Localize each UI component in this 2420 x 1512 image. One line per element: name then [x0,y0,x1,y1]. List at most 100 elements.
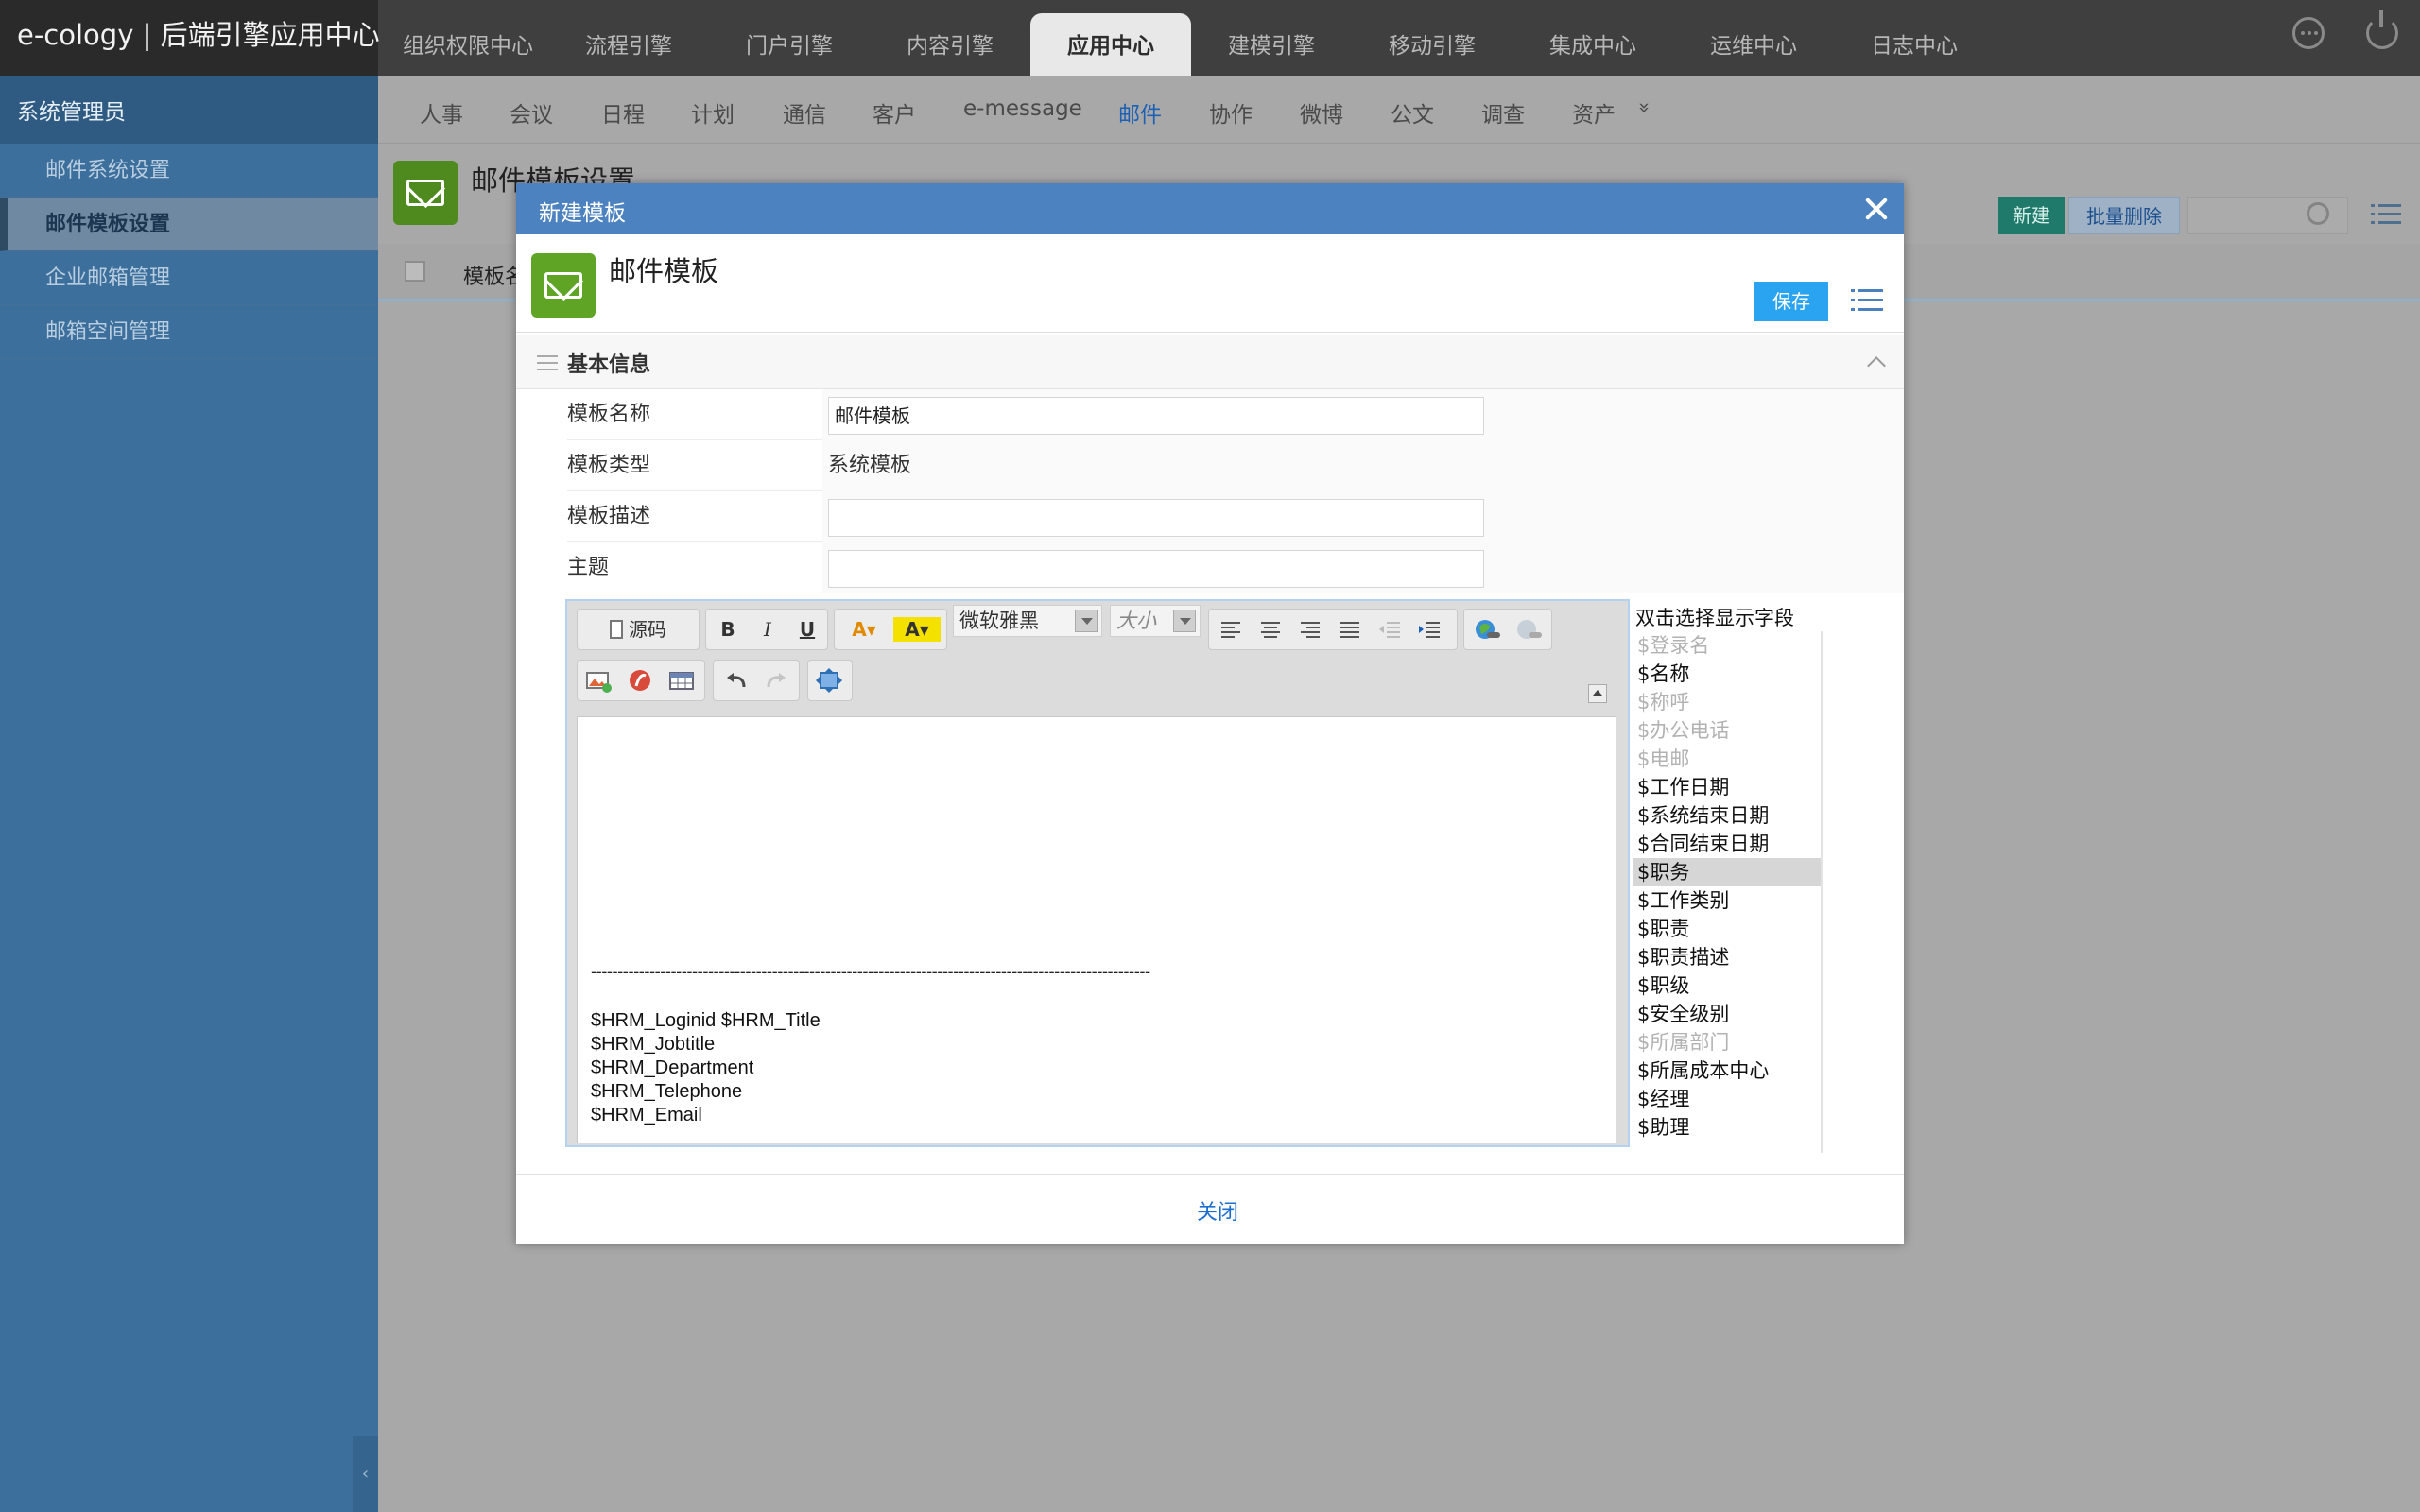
subnav-mail[interactable]: 邮件 [1118,96,1162,129]
tab-app-center[interactable]: 应用中心 [1030,13,1191,76]
subnav-customer[interactable]: 客户 [873,96,916,129]
outdent-icon[interactable] [1375,613,1404,645]
field-item[interactable]: $登录名 [1634,631,1821,660]
redo-icon[interactable] [759,664,793,696]
editor-content-area[interactable]: ----------------------------------------… [577,716,1616,1143]
close-button[interactable]: 关闭 [1197,1195,1238,1226]
subject-label: 主题 [567,556,610,579]
field-item[interactable]: $称呼 [1634,688,1821,716]
align-right-icon[interactable] [1296,613,1324,645]
template-name-cell: 邮件模板 [822,389,1904,440]
field-item[interactable]: $助理 [1634,1113,1821,1142]
power-icon[interactable] [2366,10,2398,49]
more-options-icon[interactable] [2292,17,2325,49]
field-item[interactable]: $办公电话 [1634,716,1821,745]
subnav-meeting[interactable]: 会议 [510,96,553,129]
indent-icon[interactable] [1415,613,1443,645]
subnav-emessage[interactable]: e-message [963,96,1082,121]
select-all-checkbox[interactable] [405,261,425,282]
template-name-input[interactable]: 邮件模板 [828,397,1484,435]
field-item[interactable]: $职责描述 [1634,943,1821,971]
tab-workflow-engine[interactable]: 流程引擎 [548,13,709,76]
sidebar-item-mail-template-settings[interactable]: 邮件模板设置 [0,198,378,251]
field-item[interactable]: $经理 [1634,1085,1821,1113]
subnav-document[interactable]: 公文 [1391,96,1434,129]
field-item[interactable]: $职责 [1634,915,1821,943]
field-item[interactable]: $合同结束日期 [1634,830,1821,858]
new-button[interactable]: 新建 [1998,197,2065,234]
underline-button[interactable]: U [791,613,823,645]
batch-delete-button[interactable]: 批量删除 [2068,197,2180,234]
toolbar-group-insert [577,660,705,701]
italic-button[interactable]: I [752,613,784,645]
subject-input[interactable] [828,550,1484,588]
search-icon[interactable] [2307,202,2329,225]
chevron-up-icon[interactable] [1867,356,1886,375]
tab-content-engine[interactable]: 内容引擎 [870,13,1030,76]
field-item[interactable]: $所属成本中心 [1634,1057,1821,1085]
tab-org-permission[interactable]: 组织权限中心 [388,13,548,76]
tab-integration-center[interactable]: 集成中心 [1512,13,1673,76]
save-button[interactable]: 保存 [1754,282,1828,321]
subnav-asset[interactable]: 资产 [1572,96,1616,129]
field-item[interactable]: $所属部门 [1634,1028,1821,1057]
field-item[interactable]: $职级 [1634,971,1821,1000]
font-size-select[interactable]: 大小 [1110,605,1201,637]
subnav-survey[interactable]: 调查 [1481,96,1525,129]
source-icon [610,620,623,639]
field-item[interactable]: $工作日期 [1634,773,1821,801]
toolbar-group-format: B I U [705,609,828,650]
list-menu-icon[interactable] [1851,287,1883,314]
align-center-icon[interactable] [1256,613,1285,645]
bold-button[interactable]: B [712,613,744,645]
field-item[interactable]: $系统结束日期 [1634,801,1821,830]
dialog-header: 邮件模板 保存 [516,234,1904,333]
source-button[interactable]: 源码 [581,613,695,645]
field-item-selected[interactable]: $职务 [1634,858,1821,886]
subnav-collaboration[interactable]: 协作 [1209,96,1253,129]
field-item[interactable]: $安全级别 [1634,1000,1821,1028]
template-description-input[interactable] [828,499,1484,537]
sidebar-item-mailbox-space[interactable]: 邮箱空间管理 [0,305,378,359]
subnav-schedule[interactable]: 日程 [601,96,645,129]
close-icon[interactable] [1862,195,1891,223]
subnav-hr[interactable]: 人事 [420,96,463,129]
sidebar-header: 系统管理员 [0,76,378,144]
align-justify-icon[interactable] [1336,613,1364,645]
field-item[interactable]: $名称 [1634,660,1821,688]
undo-icon[interactable] [719,664,753,696]
signature-line: $HRM_Email [591,1105,702,1125]
tab-portal-engine[interactable]: 门户引擎 [709,13,870,76]
tab-ops-center[interactable]: 运维中心 [1673,13,1834,76]
font-color-icon[interactable]: A▾ [840,613,888,645]
tab-modeling-engine[interactable]: 建模引擎 [1191,13,1352,76]
fullscreen-icon[interactable] [812,664,846,696]
highlight-color-icon[interactable]: A▾ [893,617,941,642]
template-description-label: 模板描述 [567,505,651,528]
font-family-select[interactable]: 微软雅黑 [953,605,1102,637]
insert-flash-icon[interactable] [623,664,657,696]
insert-image-icon[interactable] [581,664,615,696]
subnav-plan[interactable]: 计划 [691,96,735,129]
tab-mobile-engine[interactable]: 移动引擎 [1352,13,1512,76]
double-chevron-down-icon[interactable]: » [1634,102,1656,113]
subnav-weibo[interactable]: 微博 [1300,96,1343,129]
section-basic-info-header[interactable]: 基本信息 [516,335,1904,389]
align-left-icon[interactable] [1217,613,1245,645]
field-item[interactable]: $电邮 [1634,745,1821,773]
subnav-communication[interactable]: 通信 [783,96,826,129]
remove-link-icon[interactable] [1512,613,1546,645]
rich-text-editor: 源码 B I U A▾ A▾ 微软雅黑 大小 -----------------… [565,599,1630,1147]
insert-link-icon[interactable] [1470,613,1504,645]
sidebar-item-mail-system-settings[interactable]: 邮件系统设置 [0,144,378,198]
scroll-up-button[interactable] [1588,684,1607,703]
list-menu-icon[interactable] [2371,202,2401,227]
insert-table-icon[interactable] [665,664,699,696]
field-picker-list[interactable]: $登录名 $名称 $称呼 $办公电话 $电邮 $工作日期 $系统结束日期 $合同… [1634,631,1823,1153]
sidebar: 系统管理员 邮件系统设置 邮件模板设置 企业邮箱管理 邮箱空间管理 ‹ [0,76,378,1512]
field-item[interactable]: $工作类别 [1634,886,1821,915]
sidebar-collapse-button[interactable]: ‹ [353,1436,378,1512]
sidebar-item-enterprise-mailbox[interactable]: 企业邮箱管理 [0,251,378,305]
tab-log-center[interactable]: 日志中心 [1834,13,1995,76]
signature-line: $HRM_Department [591,1057,754,1078]
